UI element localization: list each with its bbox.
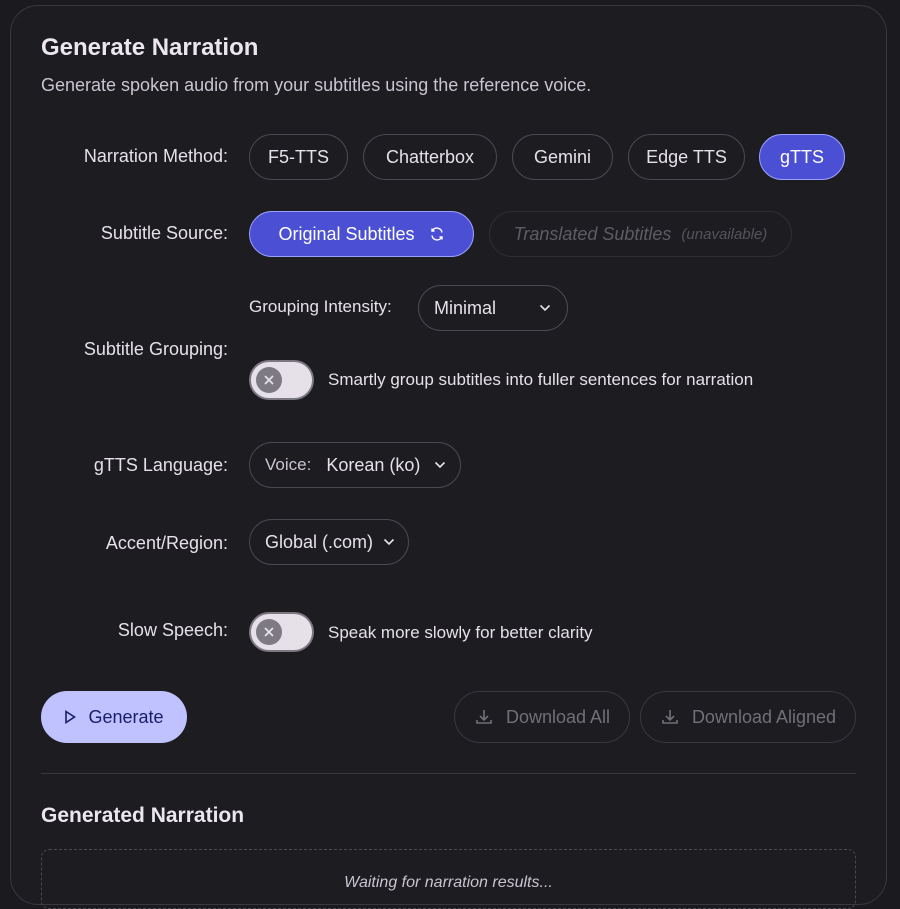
method-edge-tts-button[interactable]: Edge TTS (628, 134, 745, 180)
close-icon (256, 619, 282, 645)
accent-region-value: Global (.com) (265, 531, 374, 552)
section-divider (41, 773, 856, 774)
grouping-intensity-value: Minimal (434, 297, 497, 318)
download-all-label: Download All (505, 706, 611, 727)
original-subtitles-button[interactable]: Original Subtitles (249, 211, 474, 257)
method-gemini-button[interactable]: Gemini (512, 134, 613, 180)
slow-speech-label: Slow Speech: (117, 620, 228, 640)
method-f5-tts-button[interactable]: F5-TTS (249, 134, 348, 180)
download-aligned-label: Download Aligned (691, 706, 837, 727)
subtitle-grouping-label: Subtitle Grouping: (83, 339, 228, 359)
chevron-down-icon (383, 538, 395, 546)
download-all-button[interactable]: Download All (454, 691, 630, 743)
original-subtitles-label: Original Subtitles (278, 223, 415, 244)
method-gtts-button[interactable]: gTTS (759, 134, 845, 180)
results-placeholder-text: Waiting for narration results... (344, 874, 553, 891)
generated-narration-title: Generated Narration (41, 804, 245, 827)
narration-method-label: Narration Method: (83, 146, 228, 166)
gtts-language-label: gTTS Language: (93, 455, 228, 475)
grouping-toggle-text: Smartly group subtitles into fuller sent… (328, 370, 754, 389)
method-chatterbox-button[interactable]: Chatterbox (363, 134, 497, 180)
download-icon (476, 710, 492, 724)
translated-subtitles-button[interactable]: Translated Subtitles (unavailable) (489, 211, 792, 257)
translated-subtitles-label: Translated Subtitles (513, 223, 672, 244)
unavailable-note: (unavailable) (681, 225, 768, 243)
accent-region-select[interactable]: Global (.com) (249, 519, 409, 565)
play-icon (65, 710, 77, 724)
generate-label: Generate (88, 706, 164, 727)
subtitle-source-label: Subtitle Source: (100, 223, 228, 243)
slow-speech-toggle[interactable] (249, 612, 314, 652)
results-placeholder-box: Waiting for narration results... (41, 849, 856, 909)
slow-speech-toggle-text: Speak more slowly for better clarity (328, 623, 593, 642)
page-title: Generate Narration (41, 34, 259, 61)
close-icon (256, 367, 282, 393)
generate-button[interactable]: Generate (41, 691, 187, 743)
page-subtitle: Generate spoken audio from your subtitle… (41, 75, 592, 95)
accent-region-label: Accent/Region: (105, 533, 228, 553)
voice-prefix: Voice: (265, 455, 312, 474)
grouping-intensity-label: Grouping Intensity: (249, 297, 392, 316)
download-icon (662, 710, 678, 724)
gtts-language-select[interactable]: Voice: Korean (ko) (249, 442, 461, 488)
chevron-down-icon (435, 461, 446, 469)
download-aligned-button[interactable]: Download Aligned (640, 691, 856, 743)
grouping-toggle[interactable] (249, 360, 314, 400)
refresh-icon (429, 226, 445, 242)
grouping-intensity-select[interactable]: Minimal (418, 285, 568, 331)
gtts-language-value: Korean (ko) (326, 454, 421, 475)
chevron-down-icon (539, 304, 551, 312)
